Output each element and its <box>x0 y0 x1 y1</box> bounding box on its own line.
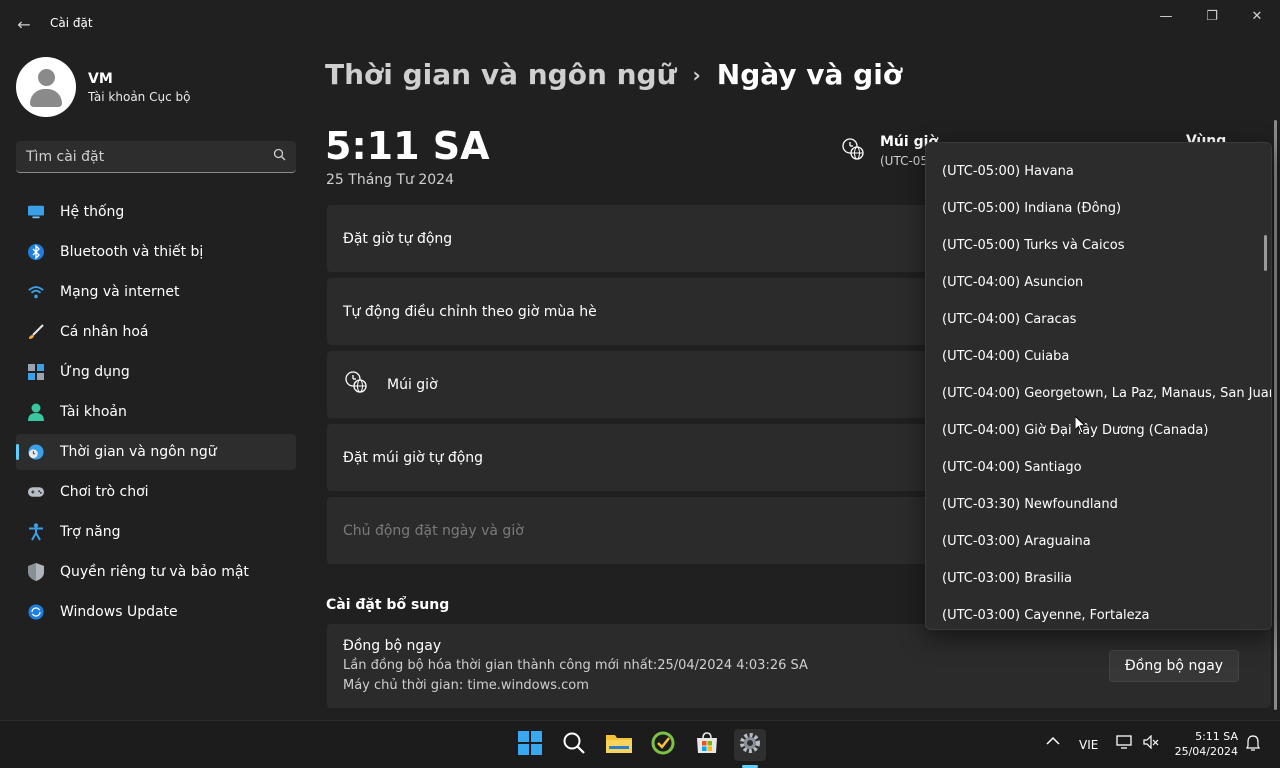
dropdown-scrollbar[interactable] <box>1264 235 1267 271</box>
wifi-icon <box>28 284 44 300</box>
search-icon <box>273 148 286 165</box>
clock-globe-icon <box>842 138 866 162</box>
apps-icon <box>28 364 44 380</box>
taskbar-app-button[interactable] <box>647 729 679 761</box>
taskbar-time: 5:11 SA <box>1195 730 1238 743</box>
timezone-option[interactable]: (UTC-04:00) Asuncion <box>926 264 1271 301</box>
timezone-option[interactable]: (UTC-04:00) Cuiaba <box>926 338 1271 375</box>
timezone-option[interactable]: (UTC-05:00) Havana <box>926 153 1271 190</box>
search-icon <box>563 732 585 758</box>
timezone-options: (UTC-05:00) Havana (UTC-05:00) Indiana (… <box>926 153 1271 629</box>
sync-last-time: Lần đồng bộ hóa thời gian thành công mới… <box>343 658 808 673</box>
microsoft-store-button[interactable] <box>691 729 723 761</box>
green-app-icon <box>651 731 675 759</box>
notification-icon[interactable] <box>1246 735 1260 754</box>
sync-title: Đồng bộ ngay <box>343 638 442 654</box>
sidebar-item-bluetooth[interactable]: Bluetooth và thiết bị <box>16 234 296 270</box>
profile-name: VM <box>88 70 113 87</box>
sidebar-item-accessibility[interactable]: Trợ năng <box>16 514 296 550</box>
timezone-dropdown[interactable]: (UTC-05:00) Havana (UTC-05:00) Indiana (… <box>925 142 1272 630</box>
sidebar-item-accounts[interactable]: Tài khoản <box>16 394 296 430</box>
profile-account-type: Tài khoản Cục bộ <box>88 89 191 104</box>
current-date: 25 Tháng Tư 2024 <box>326 172 454 188</box>
taskbar-clock[interactable]: 5:11 SA 25/04/2024 <box>1175 729 1238 759</box>
breadcrumb: Thời gian và ngôn ngữ › Ngày và giờ <box>325 58 902 91</box>
section-title-additional: Cài đặt bổ sung <box>326 597 450 613</box>
sync-now-button[interactable]: Đồng bộ ngay <box>1109 650 1239 682</box>
close-button[interactable]: ✕ <box>1234 0 1280 32</box>
language-indicator[interactable]: VIE <box>1079 738 1098 752</box>
timezone-option[interactable]: (UTC-04:00) Santiago <box>926 449 1271 486</box>
restore-icon: ❐ <box>1206 8 1218 24</box>
timezone-option[interactable]: (UTC-05:00) Indiana (Đông) <box>926 190 1271 227</box>
sync-card: Đồng bộ ngay Lần đồng bộ hóa thời gian t… <box>327 624 1271 708</box>
restore-button[interactable]: ❐ <box>1189 0 1235 32</box>
sidebar-item-personalization[interactable]: Cá nhân hoá <box>16 314 296 350</box>
account-icon <box>28 403 44 421</box>
sidebar-item-time-language[interactable]: Thời gian và ngôn ngữ <box>16 434 296 470</box>
taskbar-date: 25/04/2024 <box>1174 745 1238 758</box>
sidebar-item-network[interactable]: Mạng và internet <box>16 274 296 310</box>
user-profile[interactable]: VM Tài khoản Cục bộ <box>16 57 190 117</box>
timezone-option[interactable]: (UTC-04:00) Caracas <box>926 301 1271 338</box>
minimize-icon: — <box>1159 8 1173 24</box>
back-button[interactable]: ← <box>8 8 40 40</box>
sidebar-item-windows-update[interactable]: Windows Update <box>16 594 296 630</box>
timezone-option[interactable]: (UTC-03:00) Brasilia <box>926 560 1271 597</box>
title-bar: ← Cài đặt — ❐ ✕ <box>0 0 1280 48</box>
sidebar-item-system[interactable]: Hệ thống <box>16 194 296 230</box>
bluetooth-icon <box>28 244 44 260</box>
sidebar-item-gaming[interactable]: Chơi trò chơi <box>16 474 296 510</box>
timezone-option[interactable]: (UTC-03:00) Araguaina <box>926 523 1271 560</box>
sync-server: Máy chủ thời gian: time.windows.com <box>343 678 589 693</box>
page-scrollbar[interactable] <box>1274 120 1277 710</box>
start-button[interactable] <box>514 729 546 761</box>
clock-globe-icon <box>345 371 367 398</box>
system-icon <box>28 204 44 220</box>
sidebar-item-apps[interactable]: Ứng dụng <box>16 354 296 390</box>
time-language-icon <box>28 444 44 460</box>
store-icon <box>695 731 719 759</box>
back-arrow-icon: ← <box>17 14 31 34</box>
network-icon[interactable] <box>1116 735 1134 752</box>
taskbar-search-button[interactable] <box>558 729 590 761</box>
search-placeholder: Tìm cài đặt <box>26 148 105 165</box>
settings-app-button[interactable] <box>734 729 766 761</box>
breadcrumb-parent[interactable]: Thời gian và ngôn ngữ <box>325 58 677 91</box>
timezone-option[interactable]: (UTC-03:30) Newfoundland <box>926 486 1271 523</box>
gear-icon <box>738 731 762 759</box>
timezone-option[interactable]: (UTC-04:00) Giờ Đại Tây Dương (Canada) <box>926 412 1271 449</box>
timezone-option[interactable]: (UTC-03:00) Cayenne, Fortaleza <box>926 597 1271 629</box>
sidebar-nav: Hệ thống Bluetooth và thiết bị Mạng và i… <box>16 194 296 634</box>
close-icon: ✕ <box>1251 8 1263 24</box>
timezone-option[interactable]: (UTC-04:00) Georgetown, La Paz, Manaus, … <box>926 375 1271 412</box>
file-explorer-button[interactable] <box>603 729 635 761</box>
windows-logo-icon <box>518 731 542 759</box>
windows-update-icon <box>28 604 44 620</box>
sidebar-item-privacy[interactable]: Quyền riêng tư và bảo mật <box>16 554 296 590</box>
minimize-button[interactable]: — <box>1143 0 1189 32</box>
avatar <box>16 57 76 117</box>
app-title: Cài đặt <box>50 16 93 30</box>
taskbar: VIE 5:11 SA 25/04/2024 <box>0 720 1280 768</box>
volume-muted-icon[interactable] <box>1143 734 1159 752</box>
shield-icon <box>28 563 44 581</box>
gamepad-icon <box>28 484 44 500</box>
page-title: Ngày và giờ <box>716 58 903 91</box>
timezone-option[interactable]: (UTC-05:00) Turks và Caicos <box>926 227 1271 264</box>
brush-icon <box>28 324 44 340</box>
accessibility-icon <box>28 523 44 541</box>
timezone-summary: Múi giờ (UTC-05 <box>842 134 938 168</box>
folder-icon <box>606 732 632 758</box>
chevron-right-icon: › <box>692 62 701 87</box>
current-time: 5:11 SA <box>325 124 490 168</box>
search-input[interactable]: Tìm cài đặt <box>16 141 296 173</box>
chevron-up-icon[interactable] <box>1046 735 1060 749</box>
